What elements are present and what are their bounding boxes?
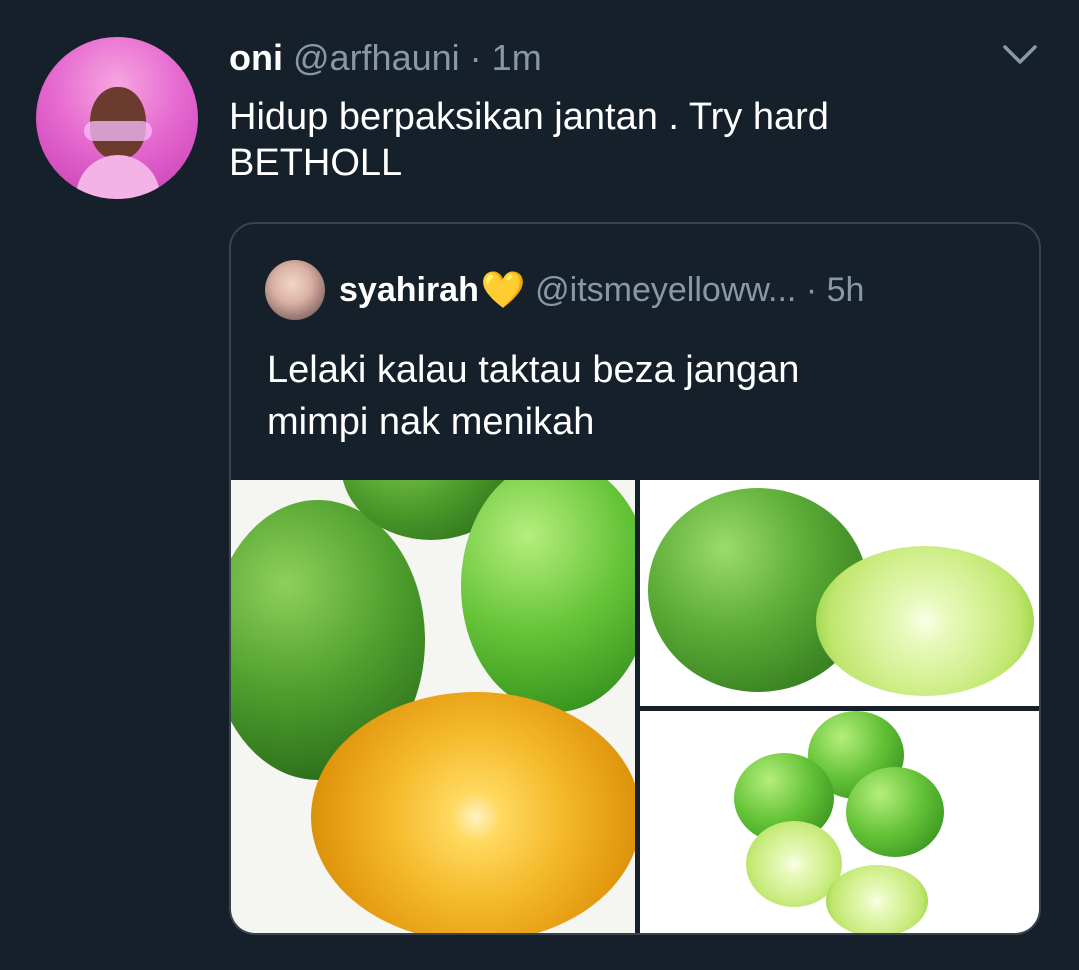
yellow-heart-icon: 💛 [480,269,526,310]
tweet-text-line-2: BETHOLL [229,142,403,184]
tweet-text-line-1: Hidup berpaksikan jantan . Try hard [229,96,829,138]
author-name[interactable]: oni [229,37,283,78]
tweet-header: oni @arfhauni · 1m [229,36,542,80]
quoted-text-line-2: mimpi nak menikah [267,401,595,443]
separator-dot: · [469,37,482,78]
avatar-body [76,155,160,199]
author-avatar[interactable] [36,37,198,199]
quoted-author-avatar[interactable] [265,260,325,320]
media-photo-limes[interactable] [640,711,1039,933]
quoted-author-name[interactable]: syahirah [339,271,479,309]
chevron-down-icon[interactable] [1002,43,1038,67]
avatar-glasses [84,121,152,141]
tweet-text: Hidup berpaksikan jantan . Try hard BETH… [229,94,1019,186]
fruit-image [846,767,944,857]
quoted-tweet[interactable]: syahirah💛 @itsmeyelloww... · 5h Lelaki k… [229,222,1041,935]
fruit-image [461,480,635,712]
quoted-separator-dot: · [805,271,818,309]
media-photo-kaffir-lime[interactable] [640,480,1039,706]
fruit-image [816,546,1034,696]
quoted-tweet-text: Lelaki kalau taktau beza jangan mimpi na… [267,344,1007,448]
quoted-text-line-1: Lelaki kalau taktau beza jangan [267,349,800,391]
quoted-tweet-header: syahirah💛 @itsmeyelloww... · 5h [339,268,864,312]
fruit-image [826,865,928,933]
author-handle[interactable]: @arfhauni [293,37,460,78]
quoted-tweet-time[interactable]: 5h [827,271,865,309]
media-grid [231,480,1039,933]
tweet-time[interactable]: 1m [492,37,542,78]
fruit-image [311,692,635,933]
media-photo-calamansi[interactable] [231,480,635,933]
quoted-author-handle[interactable]: @itsmeyelloww... [535,271,796,309]
